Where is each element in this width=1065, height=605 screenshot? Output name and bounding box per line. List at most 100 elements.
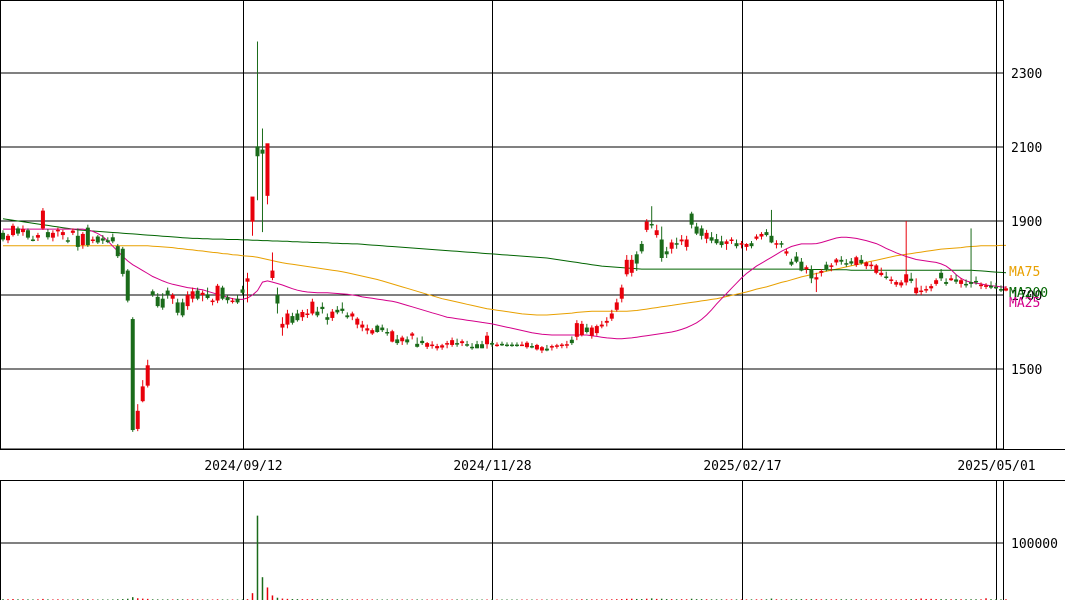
- candle-body: [829, 265, 834, 267]
- candle-body: [924, 289, 929, 291]
- candle-body: [719, 241, 724, 246]
- candle-body: [744, 243, 749, 247]
- candle-body: [639, 243, 644, 252]
- candle-body: [689, 213, 694, 225]
- candle-body: [55, 229, 60, 232]
- candle-body: [125, 270, 130, 301]
- candle-body: [175, 302, 180, 313]
- candle-body: [105, 240, 110, 243]
- y-tick-label: 1900: [1011, 215, 1042, 230]
- candle-body: [789, 261, 794, 265]
- candle-body: [90, 239, 95, 241]
- candle-body: [405, 339, 410, 343]
- candle-body: [654, 230, 659, 236]
- candle-body: [85, 227, 90, 246]
- candle-body: [345, 315, 350, 318]
- candle-body: [739, 243, 744, 245]
- candle-body: [514, 344, 519, 347]
- candle-body: [150, 291, 155, 295]
- candle-body: [704, 232, 709, 239]
- candle-body: [979, 284, 984, 287]
- candle-body: [994, 286, 999, 289]
- candle-body: [599, 324, 604, 327]
- candle-body: [190, 291, 195, 299]
- candle-body: [869, 264, 874, 267]
- candle-body: [205, 294, 210, 298]
- candle-body: [355, 318, 360, 325]
- candle-body: [969, 282, 974, 284]
- candle-body: [485, 335, 490, 345]
- candle-body: [300, 312, 305, 318]
- candle-body: [455, 343, 460, 345]
- candle-body: [445, 343, 450, 345]
- candle-body: [185, 295, 190, 307]
- candle-body: [450, 340, 455, 345]
- candle-body: [854, 257, 859, 266]
- candle-body: [959, 280, 964, 284]
- candle-body: [380, 327, 385, 331]
- y-tick-label: 2300: [1011, 67, 1042, 82]
- candle-body: [774, 243, 779, 245]
- candle-body: [410, 333, 415, 336]
- candle-body: [819, 270, 824, 273]
- candle-body: [310, 301, 315, 314]
- candle-body: [50, 232, 55, 238]
- candle-body: [554, 345, 559, 347]
- candle-body: [674, 243, 679, 245]
- candle-body: [120, 248, 125, 274]
- candle-body: [215, 285, 220, 301]
- candle-body: [864, 262, 869, 267]
- candle-body: [45, 232, 50, 238]
- candle-body: [549, 346, 554, 348]
- candle-body: [699, 228, 704, 236]
- candle-body: [764, 232, 769, 236]
- candle-body: [754, 236, 759, 239]
- candle-body: [649, 223, 654, 226]
- candle-body: [759, 233, 764, 237]
- candle-body: [584, 327, 589, 332]
- candle-body: [1, 232, 5, 240]
- y-tick-label: 1500: [1011, 363, 1042, 378]
- candle-body: [824, 264, 829, 270]
- candle-body: [784, 251, 789, 254]
- candle-body: [70, 230, 75, 233]
- candle-body: [470, 346, 475, 349]
- stock-chart-svg: 150017001900210023002024/09/12 2024/11/28…: [0, 0, 1065, 600]
- candle-body: [235, 298, 240, 303]
- candle-body: [939, 272, 944, 279]
- candle-body: [385, 332, 390, 334]
- candle-body: [669, 242, 674, 249]
- candle-body: [619, 287, 624, 299]
- candle-body: [889, 279, 894, 281]
- candle-body: [335, 309, 340, 313]
- candle-body: [644, 221, 649, 230]
- candle-body: [729, 239, 734, 241]
- ma-legend-ma75: MA75: [1009, 265, 1040, 280]
- candle-body: [145, 365, 150, 386]
- candle-body: [60, 232, 65, 236]
- candle-body: [929, 286, 934, 289]
- ma-legend-ma25: MA25: [1009, 296, 1040, 311]
- candle-body: [679, 239, 684, 242]
- candle-body: [749, 243, 754, 247]
- candle-body: [524, 342, 529, 348]
- candle-body: [350, 313, 355, 317]
- x-tick-label: 2025/05/01: [957, 459, 1035, 474]
- candle-body: [954, 279, 959, 282]
- candle-body: [564, 344, 569, 346]
- candle-body: [849, 261, 854, 264]
- candle-body: [200, 292, 205, 295]
- candle-body: [25, 230, 30, 238]
- candle-body: [509, 344, 514, 347]
- candle-body: [604, 320, 609, 323]
- candle-body: [480, 344, 485, 349]
- chart-background: [0, 0, 1065, 600]
- candle-body: [100, 238, 105, 241]
- candle-body: [709, 237, 714, 241]
- volume-tick-label: 100000: [1011, 537, 1058, 552]
- candle-body: [440, 345, 445, 348]
- candle-body: [40, 210, 45, 229]
- candle-body: [804, 267, 809, 270]
- candle-body: [724, 241, 729, 244]
- candle-body: [629, 259, 634, 273]
